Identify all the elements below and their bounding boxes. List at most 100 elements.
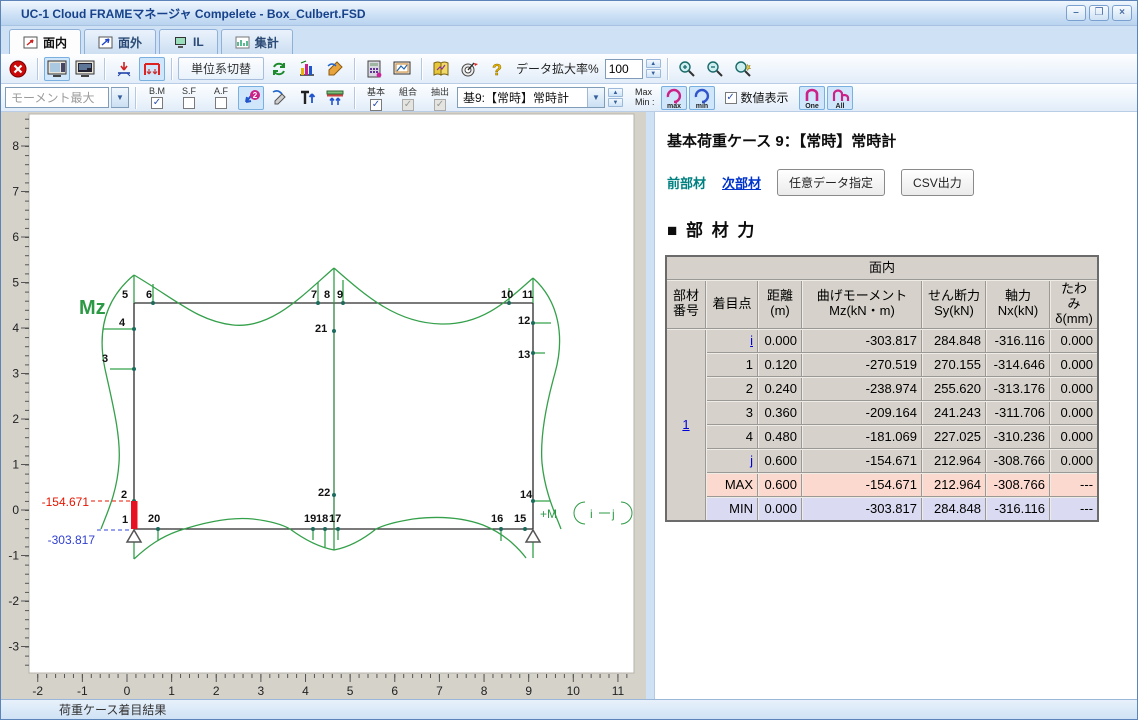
arbitrary-data-button[interactable]: 任意データ指定 (777, 169, 885, 196)
result-window-button[interactable] (44, 57, 70, 81)
point-link[interactable]: i (750, 333, 753, 348)
loadcase-spinner[interactable]: ▲▼ (608, 88, 623, 107)
csv-export-button[interactable]: CSV出力 (901, 169, 974, 196)
node-label: 20 (148, 513, 160, 525)
af-check-group: A.F (206, 86, 236, 109)
zoom-out-button[interactable] (702, 57, 728, 81)
mode-select[interactable]: モーメント最大 (5, 87, 109, 108)
tab-mennai[interactable]: 面内 (9, 29, 81, 54)
plot-canvas[interactable] (29, 114, 634, 673)
unit-switch-button[interactable]: 単位系切替 (178, 57, 264, 80)
draw-style-button[interactable] (322, 57, 348, 81)
svg-text:All: All (835, 103, 844, 109)
support-display-button[interactable] (139, 57, 165, 81)
bolt-up-icon (297, 88, 317, 108)
combination-checkbox[interactable]: ✓ (402, 99, 414, 111)
minimize-button[interactable]: – (1066, 5, 1086, 21)
node-label: 7 (311, 289, 317, 301)
svg-text:max: max (667, 103, 681, 109)
node-label: 14 (520, 489, 533, 501)
print-window-button[interactable] (72, 57, 98, 81)
moment-axis-label: Mz (79, 297, 106, 319)
all-members-button[interactable]: All (827, 86, 853, 110)
guide-button[interactable] (428, 57, 454, 81)
cell-point: 3 (706, 401, 758, 425)
spin-up-icon[interactable]: ▲ (608, 88, 623, 97)
bm-checkbox[interactable]: ✓ (151, 97, 163, 109)
node-label: 9 (337, 289, 343, 301)
tab-il[interactable]: IL (159, 29, 218, 54)
restore-button[interactable]: ❐ (1089, 5, 1109, 21)
x-tick-label: 2 (213, 684, 220, 698)
target-option-button[interactable] (456, 57, 482, 81)
prev-member-link[interactable]: 前部材 (667, 173, 706, 192)
help-button[interactable]: ? (484, 57, 510, 81)
cell-defl: 0.000 (1050, 353, 1098, 377)
max-button[interactable]: max (661, 86, 687, 110)
min-button[interactable]: min (689, 86, 715, 110)
status-text: 荷重ケース着目結果 (59, 701, 166, 718)
col-member-no: 部材 番号 (666, 280, 706, 329)
summary-chart-icon (235, 36, 250, 49)
member-number-link[interactable]: 1 (682, 417, 689, 432)
tab-bar: 面内 面外 IL 集計 (1, 26, 1137, 54)
panel-divider[interactable] (646, 112, 654, 699)
window-title: UC-1 Cloud FRAMEマネージャ Compelete - Box_Cu… (1, 5, 1066, 22)
tab-shukei[interactable]: 集計 (221, 29, 293, 54)
table-row: 1i0.000-303.817284.848-316.1160.000 (666, 329, 1098, 353)
close-button[interactable]: × (1112, 5, 1132, 21)
redraw-button[interactable] (266, 57, 292, 81)
node-label: 2 (121, 489, 127, 501)
zoom-in-button[interactable] (674, 57, 700, 81)
y-tick-label: 5 (12, 276, 19, 290)
cell-mz: -238.974 (802, 377, 922, 401)
numeric-display-label: 数値表示 (741, 89, 789, 106)
drawing-canvas[interactable]: 876543210-1-2-3-2-101234567891011 (1, 112, 646, 698)
cell-defl: 0.000 (1050, 329, 1098, 353)
af-checkbox[interactable] (215, 97, 227, 109)
loadcase-select[interactable]: 基9:【常時】常時計 ▼ (457, 87, 605, 108)
diagram-settings-button[interactable] (294, 57, 320, 81)
cell-dist: 0.480 (758, 425, 802, 449)
extract-checkbox[interactable]: ✓ (434, 99, 446, 111)
basic-checkbox[interactable]: ✓ (370, 99, 382, 111)
col-distance: 距離 (m) (758, 280, 802, 329)
main-area: 876543210-1-2-3-2-101234567891011 (1, 112, 1137, 699)
spin-down-icon[interactable]: ▼ (646, 69, 661, 78)
cell-defl: --- (1050, 497, 1098, 521)
spin-up-icon[interactable]: ▲ (646, 59, 661, 68)
zoom-in-icon (677, 60, 697, 78)
cell-mz: -209.164 (802, 401, 922, 425)
spin-down-icon[interactable]: ▼ (608, 98, 623, 107)
annotate-button[interactable] (266, 86, 292, 110)
one-member-button[interactable]: One (799, 86, 825, 110)
x-tick-label: 5 (347, 684, 354, 698)
zoom-fit-button[interactable] (730, 57, 756, 81)
mode-select-chevron[interactable]: ▼ (111, 87, 129, 108)
next-member-link[interactable]: 次部材 (722, 173, 761, 192)
col-shear: せん断力 Sy(kN) (922, 280, 986, 329)
numeric-display-checkbox[interactable]: ✓ (725, 92, 737, 104)
toolbar-separator (354, 58, 355, 80)
secondary-diagram-button[interactable]: 2 (238, 86, 264, 110)
node-label: 13 (518, 349, 530, 361)
load-display-button[interactable] (111, 57, 137, 81)
bolt-up-button[interactable] (294, 86, 320, 110)
tab-mengai[interactable]: 面外 (84, 29, 156, 54)
y-tick-label: 4 (12, 321, 19, 335)
refresh-icon (270, 60, 288, 78)
cell-sy: 241.243 (922, 401, 986, 425)
point-link[interactable]: j (750, 453, 753, 468)
in-plane-icon (23, 36, 38, 49)
scale-spinner[interactable]: ▲▼ (646, 59, 661, 78)
scale-input[interactable] (605, 59, 643, 79)
calc-button[interactable] (361, 57, 387, 81)
exit-button[interactable] (5, 57, 31, 81)
svg-text:2: 2 (253, 91, 258, 100)
cell-nx: -316.116 (986, 497, 1050, 521)
sf-checkbox[interactable] (183, 97, 195, 109)
screen-settings-button[interactable] (389, 57, 415, 81)
x-tick-label: 6 (391, 684, 398, 698)
rail-up-button[interactable] (322, 86, 348, 110)
zoom-out-icon (705, 60, 725, 78)
